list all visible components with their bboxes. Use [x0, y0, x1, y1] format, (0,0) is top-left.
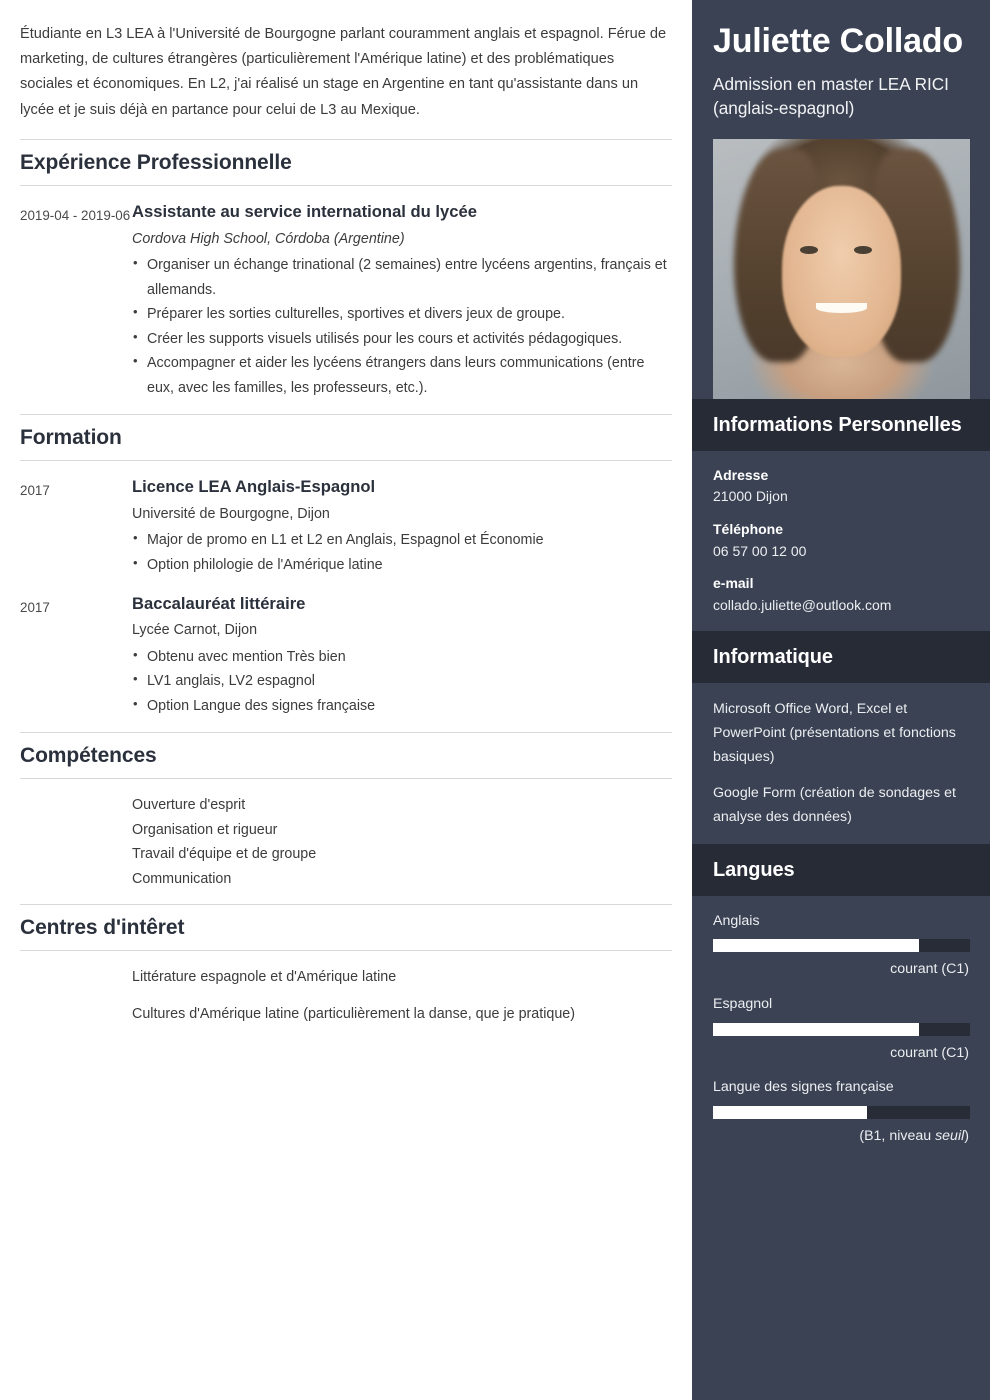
- entry-date: 2019-04 - 2019-06: [20, 207, 131, 223]
- entry-bullet: Créer les supports visuels utilisés pour…: [132, 326, 672, 352]
- section-header: Compétences: [20, 732, 672, 780]
- plain-list: Littérature espagnole et d'Amérique lati…: [20, 965, 672, 1027]
- section: Expérience Professionnelle 2019-04 - 2019…: [20, 138, 672, 400]
- entry-subtitle: Cordova High School, Córdoba (Argentine): [132, 230, 405, 247]
- entry-subtitle: Université de Bourgogne, Dijon: [132, 505, 330, 522]
- info-label: Adresse: [713, 466, 769, 483]
- section-header: Formation: [20, 414, 672, 462]
- entry-bullet: Major de promo en L1 et L2 en Anglais, E…: [132, 527, 672, 553]
- language-name: Espagnol: [713, 995, 773, 1012]
- info-value: collado.juliette@outlook.com: [713, 597, 892, 614]
- entry-title: Assistante au service international du l…: [132, 201, 477, 221]
- language-level-label: courant (C1): [890, 1044, 969, 1061]
- entry-row: 2019-04 - 2019-06 Assistante au service i…: [20, 200, 672, 400]
- section: Formation 2017 Licence LEA Anglais-Espagno…: [20, 414, 672, 718]
- section-title: Centres d'intêret: [20, 915, 185, 939]
- language-level-bar-fill: [713, 1106, 868, 1120]
- entry-row: 2017 Licence LEA Anglais-Espagnol Universi…: [20, 475, 672, 577]
- entry-body: Assistante au service international du l…: [132, 200, 672, 400]
- entry-subtitle: Lycée Carnot, Dijon: [132, 622, 258, 639]
- language-level-bar-fill: [713, 939, 919, 953]
- section: Centres d'intêret Littérature espagnole e…: [20, 903, 672, 1050]
- candidate-tagline: Admission en master LEA RICI (anglais-es…: [713, 74, 949, 119]
- language-level-label: courant (C1): [890, 961, 969, 978]
- list-item: Littérature espagnole et d'Amérique lati…: [132, 968, 397, 985]
- entry-bullet: Accompagner et aider les lycéens étrange…: [132, 350, 672, 400]
- plain-list: Ouverture d'esprit Organisation et rigueu…: [20, 793, 672, 891]
- section: Compétences Ouverture d'esprit Organisatio…: [20, 732, 672, 901]
- language-name: Langue des signes française: [713, 1079, 894, 1096]
- entry-date: 2017: [20, 599, 50, 615]
- section-header: Centres d'intêret: [20, 903, 672, 951]
- language-level-bar: [713, 939, 970, 953]
- entry-date: 2017: [20, 483, 50, 499]
- entry-body: Baccalauréat littéraire Lycée Carnot, Dij…: [132, 592, 672, 719]
- sidebar-section-languages: Langues Anglais courant (C1) Espagnol coura…: [692, 843, 990, 1162]
- candidate-name: Juliette Collado: [713, 22, 963, 60]
- language-level-bar-fill: [713, 1022, 919, 1036]
- list-item: Travail d'équipe et de groupe: [132, 846, 317, 863]
- section-header-personal: Informations Personnelles: [692, 398, 990, 451]
- sidebar-header: Juliette Collado Admission en master LEA…: [692, 0, 990, 399]
- entry-bullet-list: Organiser un échange trinational (2 sema…: [132, 252, 672, 400]
- section-title-languages: Langues: [713, 858, 795, 881]
- cv-page: Étudiante en L3 LEA à l'Université de Bo…: [0, 0, 990, 1400]
- section-title: Expérience Professionnelle: [20, 150, 292, 174]
- section-header-languages: Langues: [692, 843, 990, 896]
- language-name: Anglais: [713, 912, 760, 929]
- main-column: Étudiante en L3 LEA à l'Université de Bo…: [0, 0, 692, 1400]
- sidebar-section-software: Informatique Microsoft Office Word, Exce…: [692, 630, 990, 844]
- language-level-bar: [713, 1022, 970, 1036]
- info-label: e-mail: [713, 575, 754, 592]
- section-header-software: Informatique: [692, 630, 990, 683]
- sidebar-filler: [692, 1161, 990, 1400]
- list-item: Organisation et rigueur: [132, 821, 278, 838]
- section-title-personal: Informations Personnelles: [713, 413, 962, 436]
- entry-bullet: Option Langue des signes française: [132, 693, 672, 719]
- entry-bullet: Préparer les sorties culturelles, sporti…: [132, 301, 672, 327]
- entry-bullet-list: Major de promo en L1 et L2 en Anglais, E…: [132, 527, 672, 578]
- entry-bullet: Obtenu avec mention Très bien: [132, 644, 672, 670]
- software-item: Microsoft Office Word, Excel et PowerPoi…: [713, 700, 956, 766]
- profile-summary: Étudiante en L3 LEA à l'Université de Bo…: [20, 26, 667, 118]
- entry-title: Licence LEA Anglais-Espagnol: [132, 477, 376, 497]
- sections-container: Expérience Professionnelle 2019-04 - 2019…: [20, 138, 672, 1050]
- entry-bullet: LV1 anglais, LV2 espagnol: [132, 668, 672, 694]
- info-label: Téléphone: [713, 521, 784, 538]
- section-title: Formation: [20, 426, 122, 450]
- section-header: Expérience Professionnelle: [20, 138, 672, 186]
- list-item: Communication: [132, 871, 232, 888]
- sidebar-section-personal: Informations Personnelles Adresse 21000 D…: [692, 398, 990, 631]
- portrait-photo: [713, 138, 970, 399]
- list-item: Ouverture d'esprit: [132, 797, 246, 814]
- language-block: Langue des signes française (B1, niveau s…: [713, 1076, 970, 1147]
- sidebar: Juliette Collado Admission en master LEA…: [692, 0, 990, 1400]
- info-value: 06 57 00 12 00: [713, 542, 807, 559]
- language-level-emphasis: seuil: [935, 1128, 965, 1145]
- entry-row: 2017 Baccalauréat littéraire Lycée Carnot,…: [20, 592, 672, 719]
- language-block: Anglais courant (C1): [713, 910, 970, 981]
- section-title: Compétences: [20, 744, 157, 768]
- language-level-bar: [713, 1106, 970, 1120]
- entry-title: Baccalauréat littéraire: [132, 593, 306, 613]
- entry-bullet: Organiser un échange trinational (2 sema…: [132, 252, 672, 302]
- info-value: 21000 Dijon: [713, 488, 788, 505]
- personal-fields: Adresse 21000 Dijon Téléphone 06 57 00 12 0…: [692, 451, 990, 631]
- languages-list: Anglais courant (C1) Espagnol courant (C1) L…: [692, 896, 990, 1162]
- software-list: Microsoft Office Word, Excel et PowerPoi…: [692, 683, 990, 844]
- entry-body: Licence LEA Anglais-Espagnol Université d…: [132, 475, 672, 577]
- language-block: Espagnol courant (C1): [713, 993, 970, 1064]
- entry-bullet-list: Obtenu avec mention Très bienLV1 anglais…: [132, 644, 672, 719]
- section-title-software: Informatique: [713, 645, 833, 668]
- entry-bullet: Option philologie de l'Amérique latine: [132, 552, 672, 578]
- language-level-label: (B1, niveau seuil): [859, 1128, 969, 1145]
- software-item: Google Form (création de sondages et ana…: [713, 784, 956, 826]
- list-item: Cultures d'Amérique latine (particulière…: [132, 1006, 575, 1023]
